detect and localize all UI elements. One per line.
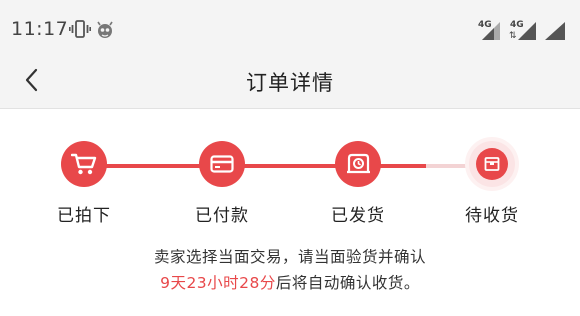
notice-suffix: 后将自动确认收货。 [275, 274, 420, 292]
progress-step-paid: 已付款 [177, 141, 267, 226]
delivery-icon [347, 153, 370, 174]
page-title: 订单详情 [246, 71, 334, 95]
vibrate-icon [69, 20, 92, 42]
step-label: 已发货 [331, 206, 385, 226]
status-bar: 11:17 4G 4G ⇅ [0, 0, 580, 56]
nav-bar: 订单详情 [0, 56, 580, 109]
signal-icon [545, 22, 565, 44]
progress-step-awaiting-receipt: 待收货 [447, 141, 537, 226]
step-label: 已拍下 [57, 206, 111, 226]
signal-icon [518, 22, 536, 44]
step-circle [335, 141, 381, 187]
data-transfer-icon: ⇅ [509, 31, 517, 41]
order-progress-panel: 已拍下 已付款 已发货 待收货 卖家选择当面交易，请当面验货并确认 9天23小时… [0, 109, 580, 316]
progress-step-ordered: 已拍下 [39, 141, 129, 226]
step-circle [469, 141, 515, 187]
notice-line-1: 卖家选择当面交易，请当面验货并确认 [153, 248, 426, 266]
status-time: 11:17 [11, 18, 69, 40]
step-inner-circle [476, 148, 508, 180]
notice-line-2: 9天23小时28分后将自动确认收货。 [0, 271, 580, 293]
order-detail-screen: 11:17 4G 4G ⇅ 订单详情 已拍下 已付款 已发货 待收货 卖家选择当… [0, 0, 580, 316]
bug-icon [95, 20, 115, 44]
cart-icon [71, 153, 97, 175]
card-icon [210, 155, 234, 173]
step-circle [61, 141, 107, 187]
step-label: 待收货 [465, 206, 519, 226]
step-circle [199, 141, 245, 187]
signal-icon [482, 22, 500, 44]
package-icon [484, 157, 500, 171]
progress-step-shipped: 已发货 [313, 141, 403, 226]
countdown-timer: 9天23小时28分 [160, 274, 276, 292]
step-label: 已付款 [195, 206, 249, 226]
